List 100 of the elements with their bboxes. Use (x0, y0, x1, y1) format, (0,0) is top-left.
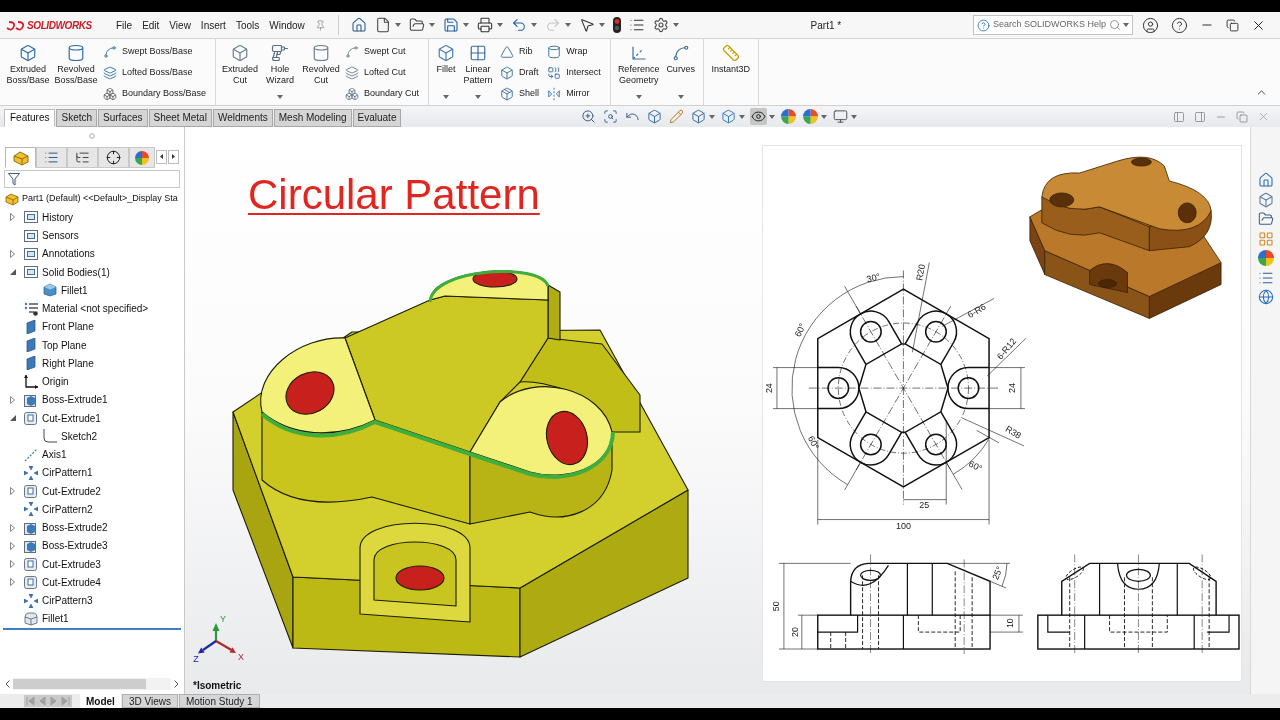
caret-icon[interactable] (672, 23, 679, 27)
magnifier-icon[interactable] (580, 108, 597, 125)
box-icon[interactable] (437, 44, 456, 62)
panel-right-icon[interactable] (1194, 110, 1206, 123)
scroll-right-button[interactable] (168, 149, 179, 164)
tree-item[interactable]: CirPattern2 (24, 500, 93, 519)
cube-icon[interactable] (720, 108, 737, 125)
folder-icon[interactable] (1257, 211, 1274, 227)
menu-item[interactable]: Edit (142, 17, 160, 33)
globe-icon[interactable] (1257, 289, 1274, 305)
tree-item[interactable]: Boss-Extrude2 (10, 518, 108, 537)
panel-tab[interactable] (98, 147, 129, 168)
expand-arrow-icon[interactable] (10, 487, 15, 496)
expand-arrow-icon[interactable] (10, 249, 15, 258)
bottom-tab[interactable]: 3D Views (121, 694, 178, 708)
cylinder-icon[interactable] (67, 44, 85, 62)
settings-icon[interactable] (652, 17, 669, 33)
list-icon[interactable] (628, 17, 645, 33)
caret-icon[interactable] (475, 95, 482, 99)
scrollbar-track[interactable] (13, 678, 171, 690)
command-tab[interactable]: Surfaces (98, 109, 148, 127)
cube-icon[interactable] (646, 108, 663, 125)
ribbon-command-button[interactable]: Rib (500, 41, 542, 62)
tree-item[interactable]: History (10, 208, 74, 227)
expand-arrow-icon[interactable] (10, 560, 15, 569)
menu-item[interactable]: Tools (235, 17, 260, 33)
ribbon-command-button[interactable]: Instant3D (707, 39, 754, 105)
command-tab[interactable]: Evaluate (352, 109, 402, 127)
bottom-tab[interactable]: Model (80, 694, 121, 708)
box-icon[interactable] (19, 44, 37, 62)
caret-icon[interactable] (821, 114, 827, 119)
page-icon[interactable] (374, 17, 391, 33)
ribbon-command-button[interactable]: Revolved Boss/Base (52, 39, 100, 105)
ribbon-command-button[interactable]: Extruded Cut (220, 39, 261, 105)
ribbon-command-button[interactable]: Curves (662, 39, 699, 105)
caret-icon[interactable] (709, 114, 715, 119)
caret-icon[interactable] (769, 114, 775, 119)
eye-icon[interactable] (750, 108, 767, 125)
ribbon-command-button[interactable]: Intersect (547, 62, 603, 83)
cylinder-icon[interactable] (312, 44, 331, 62)
traffic-light-icon[interactable] (612, 17, 621, 33)
combine-icon[interactable] (547, 65, 562, 80)
collapse-arrow-icon[interactable] (10, 415, 16, 422)
cube-icon[interactable] (1257, 191, 1274, 208)
menu-item[interactable]: Insert (200, 17, 226, 33)
tree-item[interactable]: CirPattern1 (24, 463, 93, 482)
help-icon[interactable] (1171, 16, 1188, 34)
crosshair-icon[interactable] (106, 150, 121, 165)
search-icon[interactable] (1109, 19, 1121, 31)
tree-item[interactable]: Right Plane (24, 354, 94, 373)
command-tab[interactable]: Sketch (56, 109, 98, 127)
tree-item[interactable]: Cut-Extrude2 (10, 482, 101, 501)
tree-item[interactable]: CirPattern3 (24, 591, 93, 610)
folder-icon[interactable] (408, 17, 425, 33)
axes-icon[interactable] (629, 44, 648, 62)
caret-icon[interactable] (1123, 23, 1129, 27)
expand-arrow-icon[interactable] (10, 578, 15, 587)
menu-item[interactable]: File (116, 17, 133, 33)
expand-arrow-icon[interactable] (10, 541, 15, 550)
undo-icon[interactable] (510, 17, 527, 33)
user-icon[interactable] (1142, 16, 1159, 34)
monitor-icon[interactable] (832, 108, 849, 125)
ribbon-command-button[interactable]: Revolved Cut (300, 39, 343, 105)
part-icon[interactable] (12, 149, 29, 166)
home-icon[interactable] (1257, 172, 1274, 188)
ribbon-command-button[interactable]: Reference Geometry (614, 39, 663, 105)
expand-arrow-icon[interactable] (10, 213, 15, 222)
tree-icon[interactable] (75, 150, 90, 165)
tree-item[interactable]: Sketch2 (43, 427, 98, 446)
caret-icon[interactable] (443, 95, 450, 99)
menu-item[interactable]: Window (269, 17, 305, 33)
bottom-tab[interactable]: Motion Study 1 (178, 694, 260, 708)
boxes-icon[interactable] (345, 86, 360, 101)
ribbon-command-button[interactable]: Linear Pattern (459, 39, 498, 105)
cylinder-icon[interactable] (547, 44, 562, 59)
grid-icon[interactable] (469, 44, 488, 62)
boxes-icon[interactable] (103, 86, 117, 101)
caret-icon[interactable] (677, 95, 684, 99)
ribbon-command-button[interactable]: Mirror (547, 83, 603, 104)
tree-item[interactable]: Cut-Extrude3 (10, 555, 101, 574)
ribbon-command-button[interactable]: Hole Wizard (260, 39, 301, 105)
box-icon[interactable] (500, 65, 515, 80)
color-ball-icon[interactable] (1257, 250, 1274, 266)
ribbon-command-button[interactable]: Lofted Cut (345, 62, 422, 83)
color-ball-icon[interactable] (802, 108, 819, 125)
tree-item[interactable]: Cut-Extrude4 (10, 573, 101, 592)
command-tab[interactable]: Mesh Modeling (273, 109, 352, 127)
printer-icon[interactable] (476, 17, 493, 33)
tree-item[interactable]: Material <not specified> (24, 299, 149, 318)
tree-item[interactable]: Annotations (10, 244, 95, 263)
ribbon-command-button[interactable]: Fillet (433, 39, 460, 105)
caret-icon[interactable] (598, 23, 605, 27)
search-input[interactable]: Search SOLIDWORKS Help (993, 18, 1109, 32)
pointer-icon[interactable] (578, 17, 595, 33)
package-icon[interactable] (500, 86, 515, 101)
collapse-arrow-icon[interactable] (10, 269, 16, 276)
mirror-icon[interactable] (547, 86, 562, 101)
box-icon[interactable] (231, 44, 250, 62)
ribbon-command-button[interactable]: Boundary Boss/Base (103, 83, 209, 104)
scroll-left-button[interactable] (156, 149, 167, 164)
